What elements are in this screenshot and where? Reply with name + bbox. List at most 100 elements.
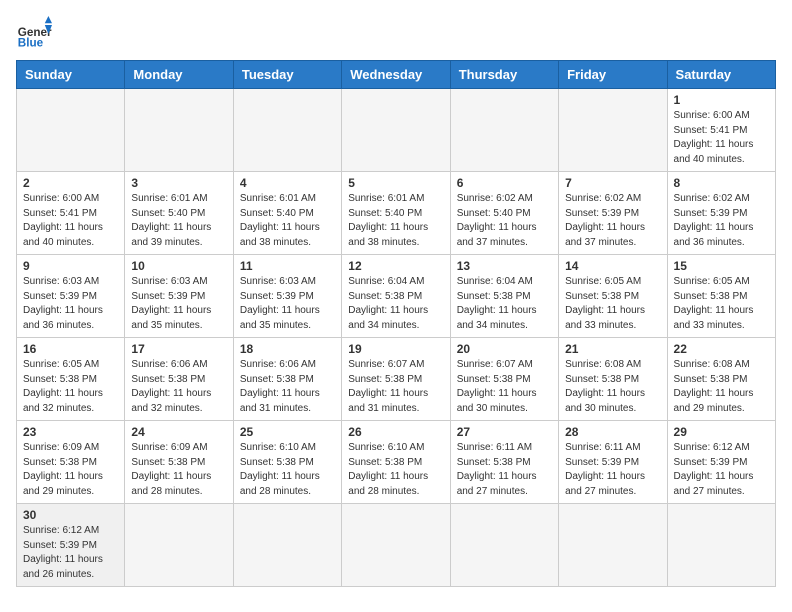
calendar-cell: 23 Sunrise: 6:09 AMSunset: 5:38 PMDayligh… <box>17 421 125 504</box>
calendar-cell: 26 Sunrise: 6:10 AMSunset: 5:38 PMDayligh… <box>342 421 450 504</box>
calendar-cell: 3 Sunrise: 6:01 AMSunset: 5:40 PMDaylight… <box>125 172 233 255</box>
day-number: 19 <box>348 342 443 356</box>
day-info: Sunrise: 6:03 AMSunset: 5:39 PMDaylight:… <box>131 275 226 333</box>
calendar-cell: 17 Sunrise: 6:06 AMSunset: 5:38 PMDayligh… <box>125 338 233 421</box>
day-number: 5 <box>348 176 443 190</box>
weekday-header-tuesday: Tuesday <box>233 61 341 89</box>
calendar-cell: 24 Sunrise: 6:09 AMSunset: 5:38 PMDayligh… <box>125 421 233 504</box>
weekday-header-wednesday: Wednesday <box>342 61 450 89</box>
day-number: 20 <box>457 342 552 356</box>
calendar-cell: 5 Sunrise: 6:01 AMSunset: 5:40 PMDaylight… <box>342 172 450 255</box>
calendar-cell <box>559 89 667 172</box>
day-number: 28 <box>565 425 660 439</box>
day-number: 8 <box>674 176 769 190</box>
day-info: Sunrise: 6:04 AMSunset: 5:38 PMDaylight:… <box>348 275 443 333</box>
calendar-cell: 12Sunrise: 6:04 AMSunset: 5:38 PMDayligh… <box>342 255 450 338</box>
day-info: Sunrise: 6:10 AMSunset: 5:38 PMDaylight:… <box>348 441 443 499</box>
calendar-row-5: 30 Sunrise: 6:12 AMSunset: 5:39 PMDayligh… <box>17 504 776 587</box>
svg-text:Blue: Blue <box>18 37 44 50</box>
day-number: 18 <box>240 342 335 356</box>
day-number: 4 <box>240 176 335 190</box>
calendar-cell: 16Sunrise: 6:05 AMSunset: 5:38 PMDayligh… <box>17 338 125 421</box>
calendar-cell <box>125 89 233 172</box>
day-info: Sunrise: 6:01 AMSunset: 5:40 PMDaylight:… <box>131 192 226 250</box>
calendar-cell: 27Sunrise: 6:11 AMSunset: 5:38 PMDayligh… <box>450 421 558 504</box>
day-info: Sunrise: 6:08 AMSunset: 5:38 PMDaylight:… <box>565 358 660 416</box>
calendar-cell: 1 Sunrise: 6:00 AMSunset: 5:41 PMDaylight… <box>667 89 775 172</box>
calendar-table: SundayMondayTuesdayWednesdayThursdayFrid… <box>16 60 776 587</box>
day-info: Sunrise: 6:08 AMSunset: 5:38 PMDaylight:… <box>674 358 769 416</box>
day-info: Sunrise: 6:11 AMSunset: 5:39 PMDaylight:… <box>565 441 660 499</box>
day-info: Sunrise: 6:06 AMSunset: 5:38 PMDaylight:… <box>240 358 335 416</box>
calendar-cell: 11 Sunrise: 6:03 AMSunset: 5:39 PMDayligh… <box>233 255 341 338</box>
day-number: 11 <box>240 259 335 273</box>
day-number: 21 <box>565 342 660 356</box>
day-number: 13 <box>457 259 552 273</box>
calendar-cell: 28 Sunrise: 6:11 AMSunset: 5:39 PMDayligh… <box>559 421 667 504</box>
calendar-cell: 9 Sunrise: 6:03 AMSunset: 5:39 PMDaylight… <box>17 255 125 338</box>
day-info: Sunrise: 6:02 AMSunset: 5:39 PMDaylight:… <box>565 192 660 250</box>
day-number: 10 <box>131 259 226 273</box>
day-number: 24 <box>131 425 226 439</box>
calendar-row-2: 9 Sunrise: 6:03 AMSunset: 5:39 PMDaylight… <box>17 255 776 338</box>
calendar-row-0: 1 Sunrise: 6:00 AMSunset: 5:41 PMDaylight… <box>17 89 776 172</box>
calendar-cell <box>342 89 450 172</box>
day-info: Sunrise: 6:01 AMSunset: 5:40 PMDaylight:… <box>348 192 443 250</box>
day-info: Sunrise: 6:06 AMSunset: 5:38 PMDaylight:… <box>131 358 226 416</box>
day-number: 17 <box>131 342 226 356</box>
calendar-cell: 22 Sunrise: 6:08 AMSunset: 5:38 PMDayligh… <box>667 338 775 421</box>
day-info: Sunrise: 6:07 AMSunset: 5:38 PMDaylight:… <box>348 358 443 416</box>
calendar-cell <box>233 89 341 172</box>
day-number: 25 <box>240 425 335 439</box>
calendar-cell <box>450 504 558 587</box>
calendar-cell <box>125 504 233 587</box>
calendar-cell <box>559 504 667 587</box>
day-number: 1 <box>674 93 769 107</box>
calendar-cell: 6 Sunrise: 6:02 AMSunset: 5:40 PMDaylight… <box>450 172 558 255</box>
weekday-header-saturday: Saturday <box>667 61 775 89</box>
day-number: 22 <box>674 342 769 356</box>
logo: General Blue <box>16 16 52 52</box>
day-number: 29 <box>674 425 769 439</box>
day-number: 23 <box>23 425 118 439</box>
logo-icon: General Blue <box>16 16 52 52</box>
day-info: Sunrise: 6:07 AMSunset: 5:38 PMDaylight:… <box>457 358 552 416</box>
calendar-cell: 4 Sunrise: 6:01 AMSunset: 5:40 PMDaylight… <box>233 172 341 255</box>
day-number: 16 <box>23 342 118 356</box>
weekday-header-row: SundayMondayTuesdayWednesdayThursdayFrid… <box>17 61 776 89</box>
day-info: Sunrise: 6:03 AMSunset: 5:39 PMDaylight:… <box>240 275 335 333</box>
day-number: 2 <box>23 176 118 190</box>
calendar-cell <box>342 504 450 587</box>
page-header: General Blue <box>16 16 776 52</box>
calendar-row-4: 23 Sunrise: 6:09 AMSunset: 5:38 PMDayligh… <box>17 421 776 504</box>
day-info: Sunrise: 6:02 AMSunset: 5:40 PMDaylight:… <box>457 192 552 250</box>
day-number: 14 <box>565 259 660 273</box>
day-info: Sunrise: 6:09 AMSunset: 5:38 PMDaylight:… <box>23 441 118 499</box>
calendar-cell: 18 Sunrise: 6:06 AMSunset: 5:38 PMDayligh… <box>233 338 341 421</box>
day-info: Sunrise: 6:09 AMSunset: 5:38 PMDaylight:… <box>131 441 226 499</box>
day-info: Sunrise: 6:12 AMSunset: 5:39 PMDaylight:… <box>23 524 118 582</box>
day-number: 3 <box>131 176 226 190</box>
day-number: 26 <box>348 425 443 439</box>
day-number: 6 <box>457 176 552 190</box>
calendar-cell: 20 Sunrise: 6:07 AMSunset: 5:38 PMDayligh… <box>450 338 558 421</box>
weekday-header-friday: Friday <box>559 61 667 89</box>
day-number: 30 <box>23 508 118 522</box>
day-number: 9 <box>23 259 118 273</box>
day-info: Sunrise: 6:04 AMSunset: 5:38 PMDaylight:… <box>457 275 552 333</box>
calendar-cell <box>17 89 125 172</box>
day-info: Sunrise: 6:05 AMSunset: 5:38 PMDaylight:… <box>565 275 660 333</box>
day-info: Sunrise: 6:03 AMSunset: 5:39 PMDaylight:… <box>23 275 118 333</box>
day-info: Sunrise: 6:01 AMSunset: 5:40 PMDaylight:… <box>240 192 335 250</box>
calendar-cell <box>667 504 775 587</box>
day-info: Sunrise: 6:00 AMSunset: 5:41 PMDaylight:… <box>674 109 769 167</box>
day-info: Sunrise: 6:10 AMSunset: 5:38 PMDaylight:… <box>240 441 335 499</box>
calendar-row-1: 2 Sunrise: 6:00 AMSunset: 5:41 PMDaylight… <box>17 172 776 255</box>
calendar-cell: 14 Sunrise: 6:05 AMSunset: 5:38 PMDayligh… <box>559 255 667 338</box>
calendar-cell: 29Sunrise: 6:12 AMSunset: 5:39 PMDayligh… <box>667 421 775 504</box>
calendar-cell: 15Sunrise: 6:05 AMSunset: 5:38 PMDayligh… <box>667 255 775 338</box>
day-info: Sunrise: 6:00 AMSunset: 5:41 PMDaylight:… <box>23 192 118 250</box>
weekday-header-thursday: Thursday <box>450 61 558 89</box>
calendar-cell: 30 Sunrise: 6:12 AMSunset: 5:39 PMDayligh… <box>17 504 125 587</box>
weekday-header-sunday: Sunday <box>17 61 125 89</box>
